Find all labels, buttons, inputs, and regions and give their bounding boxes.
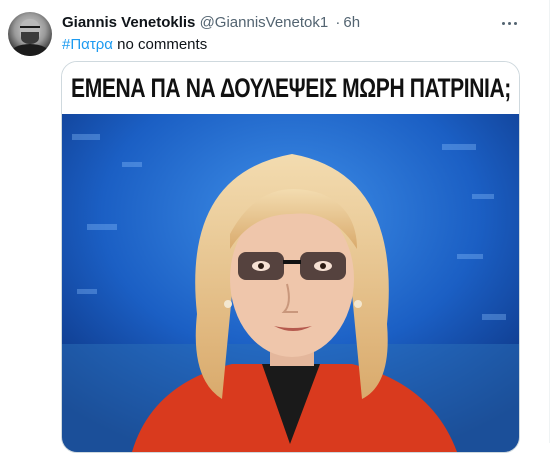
woman-portrait-image	[62, 114, 519, 452]
meme-caption: ΕΜΕΝΑ ΠΑ ΝΑ ΔΟΥΛΕΨΕΙΣ ΜΩΡΗ ΠΑΤΡΙΝΙΑ;	[70, 72, 511, 103]
author-name[interactable]: Giannis Venetoklis	[62, 14, 195, 31]
tweet-text: #Πατρα no comments	[62, 36, 207, 54]
tweet-card[interactable]: Giannis Venetoklis @GiannisVenetok1 · 6h …	[0, 0, 558, 453]
tweet-body: no comments	[117, 36, 208, 53]
tweet-media[interactable]: ΕΜΕΝΑ ΠΑ ΝΑ ΔΟΥΛΕΨΕΙΣ ΜΩΡΗ ΠΑΤΡΙΝΙΑ;	[61, 61, 520, 453]
author-handle[interactable]: @GiannisVenetok1	[200, 14, 329, 31]
more-horizontal-icon	[501, 21, 505, 25]
tweet-header: Giannis Venetoklis @GiannisVenetok1 · 6h	[62, 14, 360, 32]
timeline-divider	[549, 0, 550, 443]
avatar[interactable]	[8, 12, 52, 56]
tweet-timestamp[interactable]: 6h	[343, 14, 360, 31]
separator-dot: ·	[335, 14, 341, 31]
meme-caption-bar: ΕΜΕΝΑ ΠΑ ΝΑ ΔΟΥΛΕΨΕΙΣ ΜΩΡΗ ΠΑΤΡΙΝΙΑ;	[62, 62, 519, 114]
meme-photo	[62, 114, 519, 452]
hashtag-link[interactable]: #Πατρα	[62, 36, 113, 53]
more-options-button[interactable]	[496, 12, 522, 34]
